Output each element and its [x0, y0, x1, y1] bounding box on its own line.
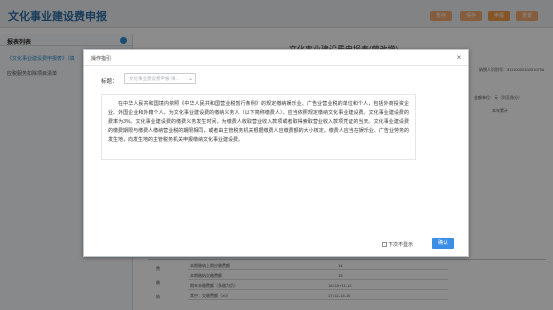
- title-select-value: 文化事业建设费申报-填...: [129, 76, 180, 81]
- title-select[interactable]: 文化事业建设费申报-填... ⌄: [124, 73, 196, 84]
- dialog-title: 操作指引: [91, 56, 112, 62]
- chevron-down-icon: ⌄: [188, 76, 194, 82]
- confirm-button[interactable]: 确认: [432, 238, 454, 249]
- dont-show-label: 下次不显示: [388, 242, 414, 248]
- dont-show-again[interactable]: 下次不显示: [382, 241, 413, 248]
- guide-dialog: 操作指引 × 标题： 文化事业建设费申报-填... ⌄ 在中华人民共和国境内依照…: [83, 49, 469, 257]
- dont-show-checkbox[interactable]: [382, 242, 387, 247]
- guide-content-text: 在中华人民共和国境内依照《中华人民共和国营业税暂行条例》的规定缴纳娱乐业、广告业…: [108, 101, 409, 143]
- dialog-header: 操作指引 ×: [84, 50, 468, 66]
- title-field-label: 标题：: [101, 79, 118, 85]
- close-icon[interactable]: ×: [454, 53, 464, 63]
- guide-content-box: 在中华人民共和国境内依照《中华人民共和国营业税暂行条例》的规定缴纳娱乐业、广告业…: [101, 94, 416, 160]
